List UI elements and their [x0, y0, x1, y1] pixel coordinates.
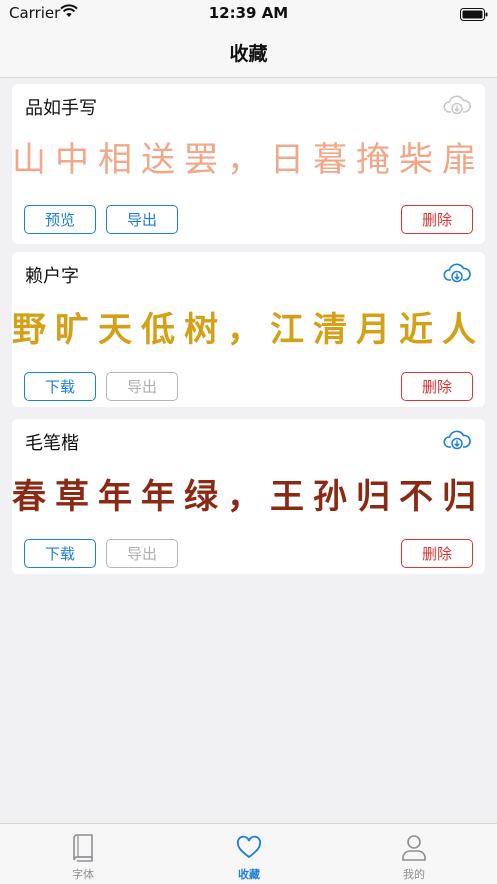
battery-icon	[460, 6, 488, 25]
export-button-disabled[interactable]: 导出	[106, 372, 178, 401]
font-name: 赖户字	[25, 266, 79, 287]
tab-bar: 字体 收藏 我的	[0, 823, 497, 884]
preview-button[interactable]: 预览	[24, 205, 96, 234]
export-button-disabled[interactable]: 导出	[106, 539, 178, 568]
status-bar: Carrier 12:39 AM	[0, 0, 497, 26]
clock-time: 12:39 AM	[208, 4, 289, 22]
font-preview: 春草年年绿，王孙归不归	[12, 477, 485, 517]
delete-button[interactable]: 删除	[401, 539, 473, 568]
font-preview: 山中相送罢，日暮掩柴扉	[12, 140, 485, 180]
font-preview: 野旷天低树，江清月近人	[12, 310, 485, 350]
delete-button[interactable]: 删除	[401, 372, 473, 401]
tab-label: 收藏	[238, 868, 260, 881]
download-button[interactable]: 下载	[24, 372, 96, 401]
font-card-pinru: 品如手写 山中相送罢，日暮掩柴扉 预览 导出 删除	[12, 84, 485, 244]
font-card-maobikai: 毛笔楷 春草年年绿，王孙归不归 下载 导出 删除	[12, 419, 485, 574]
font-card-laihu: 赖户字 野旷天低树，江清月近人 下载 导出 删除	[12, 252, 485, 407]
cloud-download-icon[interactable]	[443, 93, 471, 117]
heart-icon	[236, 834, 262, 862]
page-title: 收藏	[229, 43, 268, 65]
navigation-bar: 收藏	[0, 26, 497, 78]
tab-label: 我的	[403, 868, 425, 881]
tab-profile[interactable]: 我的	[331, 824, 497, 884]
cloud-download-icon[interactable]	[443, 428, 471, 452]
cloud-download-icon[interactable]	[443, 261, 471, 285]
font-name: 品如手写	[25, 98, 97, 119]
export-button[interactable]: 导出	[106, 205, 178, 234]
tab-favorites[interactable]: 收藏	[166, 824, 332, 884]
download-button[interactable]: 下载	[24, 539, 96, 568]
delete-button[interactable]: 删除	[401, 205, 473, 234]
person-icon	[401, 834, 427, 862]
font-name: 毛笔楷	[25, 433, 79, 454]
tab-label: 字体	[72, 868, 94, 881]
tab-fonts[interactable]: 字体	[0, 824, 166, 884]
book-icon	[70, 834, 96, 862]
